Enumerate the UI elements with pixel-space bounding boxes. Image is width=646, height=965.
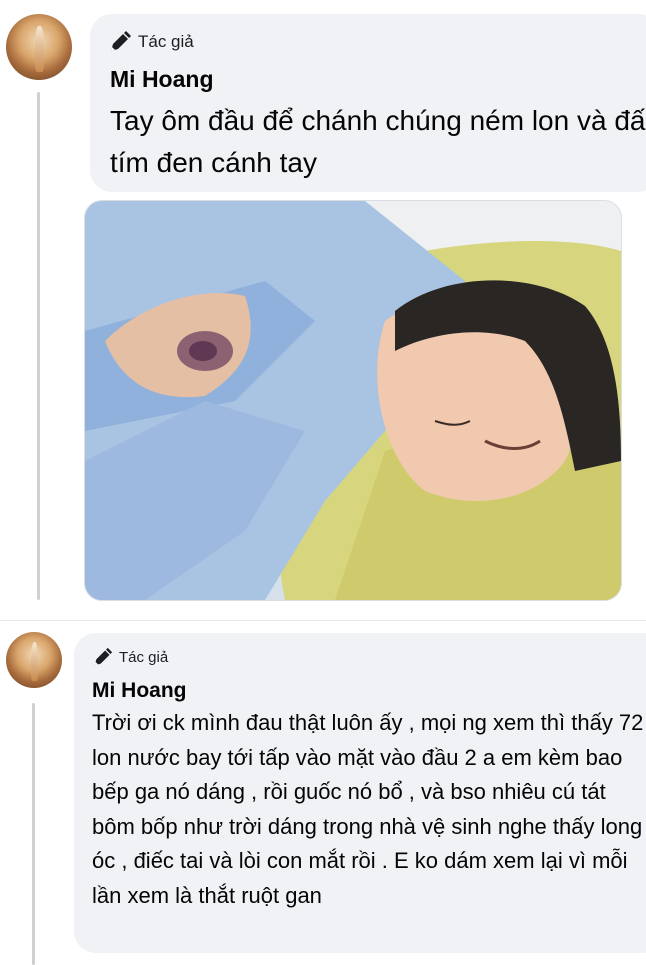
comment-bubble: Tác giả Mi Hoang Trời ơi ck mình đau thậ… [74,633,646,953]
author-badge-label: Tác giả [138,32,194,51]
thread-line [37,92,40,600]
pencil-icon [92,647,113,668]
avatar[interactable] [6,14,72,80]
comment-bubble: Tác giả Mi Hoang Tay ôm đầu để chánh chú… [90,14,646,192]
comment-text: Tay ôm đầu để chánh chúng ném lon và đấm… [110,105,646,178]
author-badge: Tác giả [92,647,168,668]
comment-text: Trời ơi ck mình đau thật luôn ấy , mọi n… [92,710,644,908]
author-badge: Tác giả [108,30,194,54]
pencil-icon [108,30,132,54]
comment-divider [0,620,646,621]
avatar[interactable] [6,632,62,688]
comment-author[interactable]: Mi Hoang [110,66,214,93]
comment-photo[interactable] [84,200,622,601]
thread-line [32,703,35,965]
author-badge-label: Tác giả [119,649,169,666]
comment-author[interactable]: Mi Hoang [92,679,187,703]
